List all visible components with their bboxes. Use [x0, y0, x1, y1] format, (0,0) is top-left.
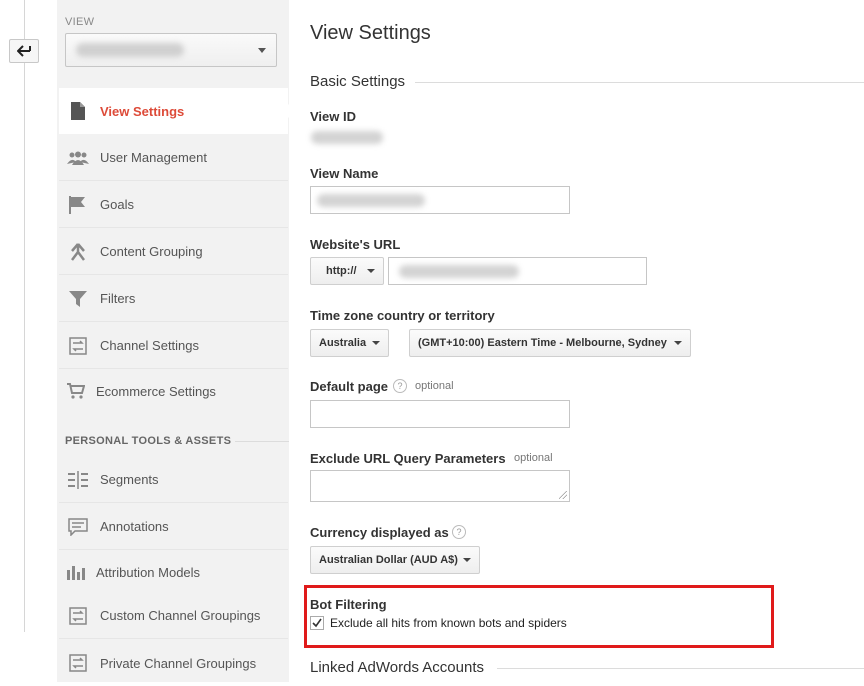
chevron-down-icon: [463, 558, 471, 562]
arrow-left-icon: [17, 45, 31, 57]
sidebar-item-attribution-models[interactable]: Attribution Models: [59, 549, 288, 595]
view-name-label: View Name: [310, 166, 379, 181]
help-icon[interactable]: ?: [452, 525, 466, 539]
checkmark-icon: [312, 618, 322, 628]
view-id-label: View ID: [310, 109, 357, 124]
exclude-params-label: Exclude URL Query Parameters: [310, 451, 506, 466]
basic-settings-divider: [415, 82, 864, 83]
sidebar-item-label: Private Channel Groupings: [100, 655, 257, 671]
sidebar-item-label: View Settings: [100, 103, 185, 119]
segments-icon: [67, 470, 89, 490]
currency-label: Currency displayed as: [310, 525, 449, 540]
sidebar-item-label: Custom Channel Groupings: [100, 608, 261, 623]
help-icon[interactable]: ?: [393, 379, 407, 393]
timezone-select[interactable]: (GMT+10:00) Eastern Time - Melbourne, Sy…: [409, 329, 691, 357]
chevron-down-icon: [367, 269, 375, 273]
filter-icon: [67, 289, 89, 309]
sidebar-item-label: Goals: [100, 197, 134, 212]
sidebar-item-channel-settings[interactable]: Channel Settings: [59, 323, 288, 369]
sidebar-item-custom-channel-groupings[interactable]: Custom Channel Groupings: [59, 593, 288, 639]
view-name-redacted: [76, 43, 184, 57]
website-url-input[interactable]: [388, 257, 647, 285]
sidebar-item-segments[interactable]: Segments: [59, 457, 288, 503]
sidebar-item-label: Segments: [100, 472, 159, 487]
sidebar-item-ecommerce-settings[interactable]: Ecommerce Settings: [59, 368, 288, 414]
sidebar-item-annotations[interactable]: Annotations: [59, 504, 288, 550]
currency-select[interactable]: Australian Dollar (AUD A$): [310, 546, 480, 574]
chevron-down-icon: [372, 341, 380, 345]
bot-filtering-checkbox-label[interactable]: Exclude all hits from known bots and spi…: [330, 616, 567, 630]
sidebar-item-content-grouping[interactable]: Content Grouping: [59, 229, 288, 275]
sidebar-item-label: Content Grouping: [100, 244, 203, 259]
resize-grip-icon[interactable]: [559, 491, 567, 499]
back-button[interactable]: [9, 39, 39, 63]
grouping-icon: [67, 242, 89, 262]
protocol-value: http://: [326, 265, 357, 277]
section-heading: PERSONAL TOOLS & ASSETS: [65, 435, 232, 447]
users-icon: [67, 148, 89, 168]
basic-settings-heading: Basic Settings: [310, 73, 406, 90]
sidebar-item-label: User Management: [100, 150, 207, 165]
view-name-input[interactable]: [310, 186, 570, 214]
bot-filtering-checkbox[interactable]: [310, 616, 324, 630]
chevron-down-icon: [258, 48, 266, 53]
annotation-icon: [67, 517, 89, 537]
sidebar-item-private-channel-groupings[interactable]: Private Channel Groupings: [59, 640, 288, 686]
sidebar-item-view-settings[interactable]: View Settings: [59, 88, 288, 134]
website-url-value-redacted: [399, 265, 519, 278]
linked-adwords-heading: Linked AdWords Accounts: [310, 659, 484, 676]
optional-tag: optional: [415, 380, 454, 392]
linked-adwords-divider: [497, 668, 864, 669]
sidebar-item-label: Filters: [100, 291, 136, 306]
default-page-input[interactable]: [310, 400, 570, 428]
bar-chart-icon: [65, 562, 87, 582]
cart-icon: [65, 381, 87, 401]
sidebar-item-goals[interactable]: Goals: [59, 182, 288, 228]
sidebar-item-label: Ecommerce Settings: [96, 383, 216, 399]
view-selector[interactable]: [65, 33, 277, 67]
timezone-value: (GMT+10:00) Eastern Time - Melbourne, Sy…: [418, 337, 667, 349]
timezone-label: Time zone country or territory: [310, 308, 495, 323]
exclude-params-textarea[interactable]: [310, 470, 570, 502]
channel-icon: [67, 606, 89, 626]
country-select[interactable]: Australia: [310, 329, 389, 357]
view-id-redacted: [311, 131, 383, 144]
view-name-value-redacted: [317, 194, 425, 207]
default-page-label: Default page: [310, 379, 389, 394]
sidebar-item-label: Attribution Models: [96, 564, 201, 580]
flag-icon: [67, 195, 89, 215]
left-rail-line: [24, 0, 25, 632]
channel-icon: [67, 653, 89, 673]
sidebar-item-label: Channel Settings: [100, 338, 200, 353]
optional-tag: optional: [514, 452, 553, 464]
section-divider: [235, 441, 289, 442]
currency-value: Australian Dollar (AUD A$): [319, 554, 458, 566]
active-pointer: [288, 104, 295, 118]
sidebar-item-label: Annotations: [100, 519, 169, 534]
chevron-down-icon: [674, 341, 682, 345]
sidebar-item-filters[interactable]: Filters: [59, 276, 288, 322]
page-title: View Settings: [310, 22, 431, 44]
view-label: VIEW: [65, 16, 95, 28]
document-icon: [67, 101, 89, 121]
sidebar-item-user-management[interactable]: User Management: [59, 135, 288, 181]
channel-icon: [67, 336, 89, 356]
website-url-label: Website's URL: [310, 237, 401, 252]
protocol-select[interactable]: http://: [310, 257, 384, 285]
bot-filtering-label: Bot Filtering: [310, 597, 387, 612]
country-value: Australia: [319, 337, 367, 349]
